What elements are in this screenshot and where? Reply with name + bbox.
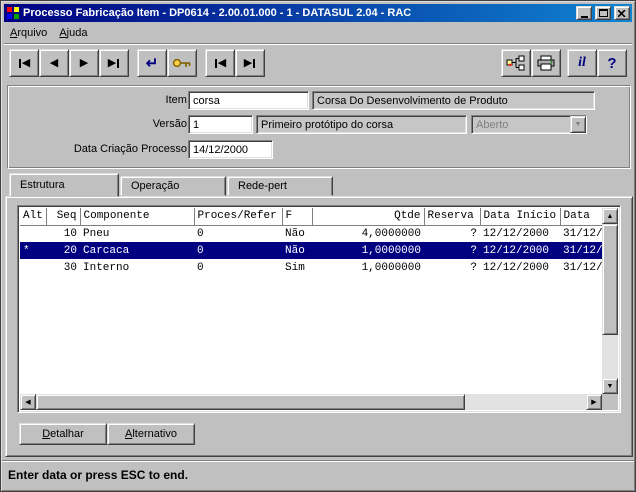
table-row[interactable]: 30 Interno 0 Sim 1,0000000 ? 12/12/2000 … [20,259,602,276]
print-button[interactable] [531,49,561,77]
scrollbar-corner [602,394,618,410]
data-criacao-input[interactable]: 14/12/2000 [188,140,273,159]
column-header: Data Início [480,208,561,226]
horizontal-scrollbar[interactable]: ◀ ▶ [20,394,602,410]
print-icon [537,55,555,71]
scroll-right-button[interactable]: ▶ [586,394,602,410]
item-label: Item: [165,94,190,106]
status-combo-button[interactable]: ▼ [570,116,586,133]
status-combo[interactable]: Aberto ▼ [471,115,587,134]
structure-table: Alt Seq Componente Proces/Refer F Qtde R… [20,208,602,276]
prev-record-icon: ◀ [49,56,59,69]
jump-last-icon: ▶ [244,57,256,69]
maximize-icon [598,9,608,17]
titlebar: Processo Fabricação Item - DP0614 - 2.00… [4,4,632,22]
tab-rede-pert[interactable]: Rede-pert [227,176,333,196]
detalhar-button[interactable]: Detalhar [19,423,107,445]
toolbar: ◀ ◀ ▶ ▶ ↵ ◀ ▶ il ? [4,43,632,80]
hierarchy-button[interactable] [501,49,531,77]
info-icon: il [578,55,586,70]
horizontal-scroll-track[interactable] [36,394,586,410]
status-message: Enter data or press ESC to end. [8,468,189,482]
tab-operacao[interactable]: Operação [120,176,226,196]
info-button[interactable]: il [567,49,597,77]
key-icon [172,58,191,68]
app-window: Processo Fabricação Item - DP0614 - 2.00… [0,0,636,492]
statusbar: Enter data or press ESC to end. [2,460,634,490]
close-button[interactable] [614,6,630,20]
help-button[interactable]: ? [597,49,627,77]
close-icon [618,9,626,17]
status-combo-value: Aberto [476,119,509,131]
last-record-button[interactable]: ▶ [99,49,129,77]
horizontal-scroll-thumb[interactable] [36,394,465,410]
item-input[interactable]: corsa [188,91,309,110]
vertical-scroll-track[interactable] [602,224,618,378]
data-criacao-label: Data Criação Processo: [73,143,190,155]
jump-first-icon: ◀ [214,57,226,69]
next-record-icon: ▶ [79,56,89,69]
last-record-icon: ▶ [108,57,120,69]
table-header-row: Alt Seq Componente Proces/Refer F Qtde R… [20,208,602,226]
browse-viewport: Alt Seq Componente Proces/Refer F Qtde R… [20,208,602,394]
table-row-selected[interactable]: * 20 Carcaca 0 Não 1,0000000 ? 12/12/200… [20,242,602,259]
app-icon [6,6,20,20]
vertical-scrollbar[interactable]: ▲ ▼ [602,208,618,394]
form-panel: Item: corsa Corsa Do Desenvolvimento de … [7,85,631,169]
confirm-button[interactable]: ↵ [137,49,167,77]
versao-input[interactable]: 1 [188,115,253,134]
window-title: Processo Fabricação Item - DP0614 - 2.00… [23,7,412,19]
key-button[interactable] [167,49,197,77]
menu-item-arquivo[interactable]: Arquivo [4,25,53,41]
first-record-icon: ◀ [18,57,30,69]
column-header: Componente [80,208,195,226]
item-description-field: Corsa Do Desenvolvimento de Produto [312,91,595,110]
alternativo-button[interactable]: Alternativo [107,423,195,445]
arrow-left-icon: ◀ [25,398,31,406]
minimize-icon [580,15,588,18]
column-header: F [282,208,313,226]
help-icon: ? [607,54,617,72]
jump-first-button[interactable]: ◀ [205,49,235,77]
minimize-button[interactable] [576,6,592,20]
column-header: Alt [20,208,47,226]
arrow-right-icon: ▶ [591,398,597,406]
column-header: Seq [46,208,81,226]
versao-description-field: Primeiro protótipo do corsa [256,115,467,134]
prev-record-button[interactable]: ◀ [39,49,69,77]
scroll-up-button[interactable]: ▲ [602,208,618,224]
menu-item-ajuda[interactable]: Ajuda [53,25,93,41]
menubar: Arquivo Ajuda [4,24,632,42]
first-record-button[interactable]: ◀ [9,49,39,77]
scroll-left-button[interactable]: ◀ [20,394,36,410]
column-header: Reserva [424,208,481,226]
column-header: Data [560,208,602,226]
jump-last-button[interactable]: ▶ [235,49,265,77]
vertical-scroll-thumb[interactable] [602,224,618,335]
browse-table: Alt Seq Componente Proces/Refer F Qtde R… [17,205,621,413]
column-header: Proces/Refer [194,208,283,226]
enter-icon: ↵ [145,55,159,72]
tab-estrutura[interactable]: Estrutura [9,173,119,197]
maximize-button[interactable] [595,6,611,20]
column-header: Qtde [312,208,425,226]
arrow-up-icon: ▲ [606,212,614,220]
table-row[interactable]: 10 Pneu 0 Não 4,0000000 ? 12/12/2000 31/… [20,225,602,242]
hierarchy-icon [506,55,525,71]
next-record-button[interactable]: ▶ [69,49,99,77]
chevron-down-icon: ▼ [574,121,582,128]
versao-label: Versão: [152,118,190,130]
scroll-down-button[interactable]: ▼ [602,378,618,394]
arrow-down-icon: ▼ [606,382,614,390]
